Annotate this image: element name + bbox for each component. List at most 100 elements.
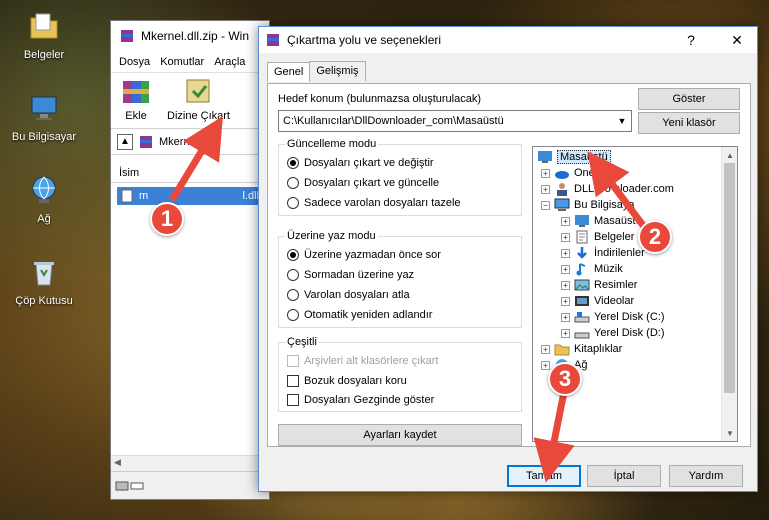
radio-button[interactable] bbox=[287, 157, 299, 169]
tree-item-pictures[interactable]: + Resimler bbox=[561, 277, 637, 293]
help-icon[interactable]: ? bbox=[671, 27, 711, 53]
column-header-name[interactable]: İsim bbox=[111, 163, 269, 183]
menu-commands[interactable]: Komutlar bbox=[160, 56, 204, 68]
checkbox[interactable] bbox=[287, 394, 299, 406]
scroll-up-icon[interactable]: ▲ bbox=[722, 147, 737, 163]
radio-freshen-only[interactable]: Sadece varolan dosyaları tazele bbox=[287, 197, 461, 209]
tree-item-videos[interactable]: + Videolar bbox=[561, 293, 634, 309]
tree-label: DLL Do nloader.com bbox=[574, 183, 674, 195]
folder-tree[interactable]: Masaüstü + OneD + DLL Do nloader.com − B… bbox=[532, 146, 738, 442]
tree-item-libraries[interactable]: + Kitaplıklar bbox=[541, 341, 622, 357]
file-row[interactable]: m l.dll bbox=[117, 187, 263, 205]
radio-extract-update[interactable]: Dosyaları çıkart ve güncelle bbox=[287, 177, 439, 189]
expand-icon[interactable]: + bbox=[541, 360, 550, 370]
menu-file[interactable]: Dosya bbox=[119, 56, 150, 68]
radio-skip-existing[interactable]: Varolan dosyaları atla bbox=[287, 289, 410, 301]
checkbox-show-in-explorer[interactable]: Dosyaları Gezginde göster bbox=[287, 394, 434, 406]
expand-icon[interactable]: + bbox=[561, 232, 570, 242]
desktop-icon-this-pc[interactable]: Bu Bilgisayar bbox=[4, 92, 84, 143]
new-folder-button[interactable]: Yeni klasör bbox=[638, 112, 740, 134]
tree-item-onedrive[interactable]: + OneD bbox=[541, 165, 603, 181]
tab-advanced[interactable]: Gelişmiş bbox=[309, 61, 366, 81]
option-label: Varolan dosyaları atla bbox=[304, 289, 410, 301]
update-mode-label: Güncelleme modu bbox=[285, 138, 379, 150]
expand-icon[interactable]: + bbox=[561, 248, 570, 258]
tree-item-disk-d[interactable]: + Yerel Disk (D:) bbox=[561, 325, 665, 341]
expand-icon[interactable]: + bbox=[541, 184, 550, 194]
computer-icon bbox=[554, 198, 570, 211]
target-path-combo[interactable]: C:\Kullanıcılar\DllDownloader_com\Masaüs… bbox=[278, 110, 632, 132]
desktop-icon-label: Belgeler bbox=[23, 49, 65, 61]
expand-icon[interactable]: + bbox=[561, 328, 570, 338]
radio-button[interactable] bbox=[287, 269, 299, 281]
radio-button[interactable] bbox=[287, 177, 299, 189]
tree-item-documents[interactable]: + Belgeler bbox=[561, 229, 634, 245]
tree-item-desktop[interactable]: + Masaüstü bbox=[561, 213, 642, 229]
radio-button[interactable] bbox=[287, 249, 299, 261]
help-button[interactable]: Yardım bbox=[669, 465, 743, 487]
checkbox[interactable] bbox=[287, 375, 299, 387]
tree-item-disk-c[interactable]: + Yerel Disk (C:) bbox=[561, 309, 665, 325]
window-title: Mkernel.dll.zip - Win bbox=[141, 29, 250, 43]
expand-icon[interactable]: + bbox=[541, 344, 550, 354]
download-icon bbox=[577, 247, 587, 259]
archive-icon bbox=[140, 135, 152, 148]
dialog-titlebar[interactable]: Çıkartma yolu ve seçenekleri ? ✕ bbox=[259, 27, 757, 53]
expand-icon[interactable]: + bbox=[561, 216, 570, 226]
desktop-icon-recycle-bin[interactable]: Çöp Kutusu bbox=[4, 256, 84, 307]
drive-icon bbox=[574, 332, 590, 339]
extract-to-button[interactable]: Dizine Çıkart bbox=[167, 77, 230, 124]
radio-ask-before-overwrite[interactable]: Üzerine yazmadan önce sor bbox=[287, 249, 441, 261]
checkbox-keep-broken[interactable]: Bozuk dosyaları koru bbox=[287, 375, 407, 387]
radio-overwrite-without-prompt[interactable]: Sormadan üzerine yaz bbox=[287, 269, 414, 281]
radio-button[interactable] bbox=[287, 289, 299, 301]
archive-add-icon bbox=[123, 81, 149, 103]
window-titlebar[interactable]: Mkernel.dll.zip - Win bbox=[111, 21, 269, 51]
collapse-icon[interactable]: − bbox=[541, 200, 550, 210]
target-label: Hedef konum (bulunmazsa oluşturulacak) bbox=[278, 93, 481, 105]
radio-button[interactable] bbox=[287, 309, 299, 321]
chevron-down-icon[interactable]: ▼ bbox=[613, 111, 631, 131]
tree-item-desktop-root[interactable]: Masaüstü bbox=[537, 149, 611, 165]
user-icon bbox=[557, 183, 567, 196]
menu-tools[interactable]: Araçla bbox=[214, 56, 245, 68]
desktop-icon-network[interactable]: Ağ bbox=[4, 174, 84, 225]
expand-icon[interactable]: + bbox=[561, 280, 570, 290]
add-button[interactable]: Ekle bbox=[119, 77, 153, 124]
tab-general[interactable]: Genel bbox=[267, 62, 311, 82]
scroll-down-icon[interactable]: ▼ bbox=[722, 425, 737, 441]
desktop-icon-label: Çöp Kutusu bbox=[15, 295, 73, 307]
scroll-thumb[interactable] bbox=[724, 163, 735, 393]
desktop-icon bbox=[575, 215, 589, 227]
ok-button[interactable]: Tamam bbox=[507, 465, 581, 487]
address-bar: ▲ Mkernel.dll. bbox=[111, 129, 269, 155]
up-folder-icon[interactable]: ▲ bbox=[117, 133, 133, 150]
address-path[interactable]: Mkernel.dll. bbox=[159, 136, 215, 148]
misc-label: Çeşitli bbox=[285, 336, 319, 348]
save-settings-button[interactable]: Ayarları kaydet bbox=[278, 424, 522, 446]
show-button[interactable]: Göster bbox=[638, 88, 740, 110]
close-icon[interactable]: ✕ bbox=[717, 27, 757, 53]
cancel-button[interactable]: İptal bbox=[587, 465, 661, 487]
expand-icon[interactable]: + bbox=[541, 168, 550, 178]
tree-label: Masaüstü bbox=[557, 150, 611, 164]
tree-item-dlldownloader[interactable]: + DLL Do nloader.com bbox=[541, 181, 674, 197]
horizontal-scrollbar[interactable]: ◀ bbox=[111, 455, 269, 471]
radio-auto-rename[interactable]: Otomatik yeniden adlandır bbox=[287, 309, 432, 321]
tab-strip: Genel Gelişmiş bbox=[267, 61, 366, 82]
desktop-icon-label: Ağ bbox=[37, 213, 51, 225]
expand-icon[interactable]: + bbox=[561, 296, 570, 306]
tree-label: Müzik bbox=[594, 263, 623, 275]
desktop-icon-documents[interactable]: Belgeler bbox=[4, 10, 84, 61]
radio-button[interactable] bbox=[287, 197, 299, 209]
tree-label: Resimler bbox=[594, 279, 638, 291]
expand-icon[interactable]: + bbox=[561, 312, 570, 322]
tree-item-music[interactable]: + Müzik bbox=[561, 261, 623, 277]
expand-icon[interactable]: + bbox=[561, 264, 570, 274]
tree-item-downloads[interactable]: + İndirilenler bbox=[561, 245, 645, 261]
tree-scrollbar[interactable]: ▲ ▼ bbox=[721, 147, 737, 441]
overwrite-mode-group: Üzerine yaz modu Üzerine yazmadan önce s… bbox=[278, 230, 522, 328]
tree-item-this-pc[interactable]: − Bu Bilgisaya bbox=[541, 197, 635, 213]
radio-extract-replace[interactable]: Dosyaları çıkart ve değiştir bbox=[287, 157, 434, 169]
videos-icon bbox=[575, 296, 589, 306]
